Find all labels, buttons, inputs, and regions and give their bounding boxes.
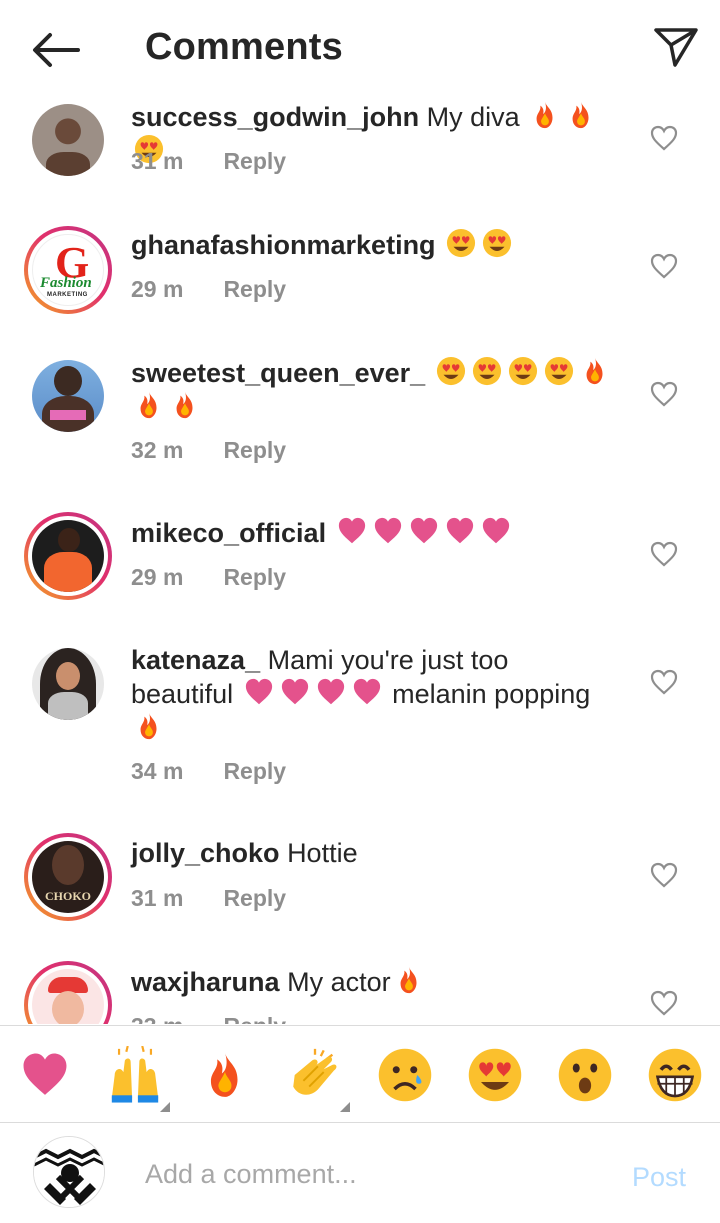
reply-button[interactable]: Reply xyxy=(223,437,286,463)
fire-emoji-icon xyxy=(134,711,164,741)
comment-input[interactable] xyxy=(145,1152,585,1196)
reply-button[interactable]: Reply xyxy=(223,148,286,174)
comments-list[interactable]: success_godwin_john My diva 31 m Reply G … xyxy=(0,96,720,1024)
pink-heart-emoji-icon xyxy=(445,516,475,546)
heart-eyes-emoji-icon xyxy=(482,228,512,258)
reply-button[interactable]: Reply xyxy=(223,885,286,911)
comment-text: My diva xyxy=(426,102,520,132)
comment-timestamp: 29 m xyxy=(131,276,184,302)
avatar[interactable] xyxy=(24,96,112,184)
crying-face-reaction-icon[interactable] xyxy=(374,1044,436,1106)
heart-eyes-emoji-icon xyxy=(508,356,538,386)
pink-heart-emoji-icon xyxy=(373,516,403,546)
fire-emoji-icon xyxy=(566,100,596,130)
direct-message-send-icon[interactable] xyxy=(650,22,702,72)
fire-emoji-icon xyxy=(394,965,424,995)
fire-emoji-icon xyxy=(170,390,200,420)
comment-timestamp: 31 m xyxy=(131,885,184,911)
comment-text-continued: melanin popping xyxy=(392,679,591,709)
app-header: Comments xyxy=(0,0,720,96)
comment-text: Hottie xyxy=(287,838,358,868)
avatar[interactable]: CHOKO xyxy=(24,833,112,921)
grinning-face-reaction-icon[interactable] xyxy=(644,1044,706,1106)
reply-button[interactable]: Reply xyxy=(223,1013,286,1024)
avatar-logo-script: Fashion xyxy=(40,275,92,291)
quick-reaction-bar xyxy=(0,1025,720,1123)
comment-username[interactable]: sweetest_queen_ever_ xyxy=(131,358,425,388)
back-arrow-icon[interactable] xyxy=(30,28,82,72)
comment-timestamp: 33 m xyxy=(131,1013,183,1024)
comment-username[interactable]: mikeco_official xyxy=(131,518,326,548)
comment-username[interactable]: katenaza_ xyxy=(131,645,260,675)
comment-text: My actor xyxy=(287,967,391,997)
pink-heart-emoji-icon xyxy=(244,677,274,707)
like-heart-icon[interactable] xyxy=(650,862,678,888)
comment-timestamp: 34 m xyxy=(131,758,184,784)
raising-hands-reaction-icon[interactable] xyxy=(104,1044,170,1112)
comment-timestamp: 29 m xyxy=(131,564,184,590)
pink-heart-emoji-icon xyxy=(337,516,367,546)
comment-username[interactable]: waxjharuna xyxy=(131,967,280,997)
comment-composer: Post xyxy=(0,1124,720,1223)
avatar-logo-caption: MARKETING xyxy=(47,292,88,298)
pink-heart-emoji-icon xyxy=(352,677,382,707)
like-heart-icon[interactable] xyxy=(650,669,678,695)
skin-tone-indicator-icon xyxy=(340,1102,350,1112)
reply-button[interactable]: Reply xyxy=(223,564,286,590)
pink-heart-emoji-icon xyxy=(316,677,346,707)
like-heart-icon[interactable] xyxy=(650,381,678,407)
avatar[interactable]: G Fashion MARKETING xyxy=(24,226,112,314)
comment-username[interactable]: jolly_choko xyxy=(131,838,280,868)
post-button[interactable]: Post xyxy=(632,1162,686,1193)
heart-eyes-emoji-icon xyxy=(446,228,476,258)
fire-reaction-icon[interactable] xyxy=(194,1044,256,1106)
pink-heart-emoji-icon xyxy=(481,516,511,546)
fire-emoji-icon xyxy=(134,390,164,420)
avatar-logo-text: CHOKO xyxy=(45,889,92,903)
like-heart-icon[interactable] xyxy=(650,125,678,151)
page-title: Comments xyxy=(145,26,343,68)
reply-button[interactable]: Reply xyxy=(223,758,286,784)
fire-emoji-icon xyxy=(530,100,560,130)
comment-username[interactable]: success_godwin_john xyxy=(131,102,419,132)
fire-emoji-icon xyxy=(580,356,610,386)
comment-timestamp: 32 m xyxy=(131,437,184,463)
pink-heart-emoji-icon xyxy=(409,516,439,546)
avatar[interactable] xyxy=(24,640,112,728)
heart-eyes-reaction-icon[interactable] xyxy=(464,1044,526,1106)
reply-button[interactable]: Reply xyxy=(223,276,286,302)
avatar[interactable] xyxy=(24,961,112,1024)
like-heart-icon[interactable] xyxy=(650,541,678,567)
heart-eyes-emoji-icon xyxy=(436,356,466,386)
avatar[interactable] xyxy=(24,512,112,600)
avatar[interactable] xyxy=(24,352,112,440)
heart-eyes-emoji-icon xyxy=(472,356,502,386)
heart-eyes-emoji-icon xyxy=(544,356,574,386)
skin-tone-indicator-icon xyxy=(160,1102,170,1112)
surprised-face-reaction-icon[interactable] xyxy=(554,1044,616,1106)
pink-heart-emoji-icon xyxy=(280,677,310,707)
red-heart-reaction-icon[interactable] xyxy=(14,1044,76,1106)
comment-username[interactable]: ghanafashionmarketing xyxy=(131,230,436,260)
clapping-hands-reaction-icon[interactable] xyxy=(284,1044,350,1112)
like-heart-icon[interactable] xyxy=(650,990,678,1016)
comment-timestamp: 31 m xyxy=(131,148,184,174)
current-user-avatar xyxy=(33,1136,105,1208)
like-heart-icon[interactable] xyxy=(650,253,678,279)
